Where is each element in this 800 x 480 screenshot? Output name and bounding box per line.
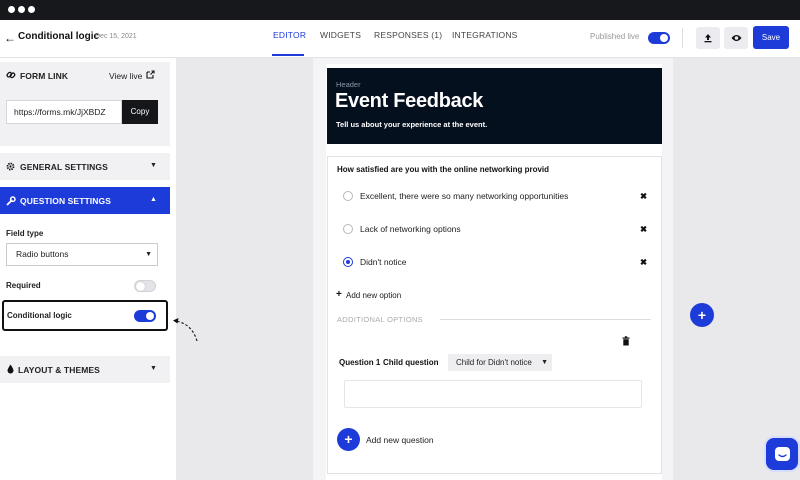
plus-icon[interactable]: + [336,289,342,300]
required-label: Required [6,281,41,290]
child-for-value: Child for Didn't notice [456,358,532,367]
upload-icon [704,34,712,43]
preview-button[interactable] [724,27,748,49]
remove-option-icon[interactable]: ✖ [640,257,647,268]
published-toggle[interactable] [648,32,670,44]
chevron-down-icon: ▼ [145,251,152,258]
window-dot-icon[interactable] [8,6,15,13]
required-toggle[interactable] [134,280,156,292]
field-type-label: Field type [6,229,44,238]
general-settings-heading: GENERAL SETTINGS [20,162,108,172]
radio-option-3[interactable] [343,257,353,267]
header-label: Header [336,80,361,89]
remove-option-icon[interactable]: ✖ [640,191,647,202]
top-bar: ← Conditional logic Dec 15, 2021 EDITOR … [0,20,800,58]
child-question-placeholder[interactable] [344,380,642,408]
add-section-button[interactable]: + [690,303,714,327]
tab-widgets[interactable]: WIDGETS [320,30,361,40]
eye-icon [731,35,741,41]
chevron-down-icon[interactable]: ▼ [150,365,157,372]
additional-options-label: ADDITIONAL OPTIONS [337,315,423,324]
chat-icon [775,447,790,461]
published-label: Published live [590,32,640,41]
layout-themes-heading: LAYOUT & THEMES [18,365,100,375]
gear-icon [6,162,15,171]
save-button[interactable]: Save [753,26,789,49]
page-date: Dec 15, 2021 [95,33,137,40]
add-option-link[interactable]: Add new option [346,291,401,300]
wrench-icon [6,196,16,206]
question-settings-heading: QUESTION SETTINGS [20,196,111,206]
form-subtitle: Tell us about your experience at the eve… [336,120,488,129]
child-question-label: Child question [383,358,439,367]
window-dot-icon[interactable] [18,6,25,13]
radio-option-1[interactable] [343,191,353,201]
form-header-block[interactable]: Header Event Feedback Tell us about your… [327,68,662,144]
trash-icon[interactable] [622,336,630,346]
copy-link-button[interactable]: Copy [122,100,158,124]
child-for-select[interactable]: Child for Didn't notice ▼ [448,354,552,371]
tab-editor[interactable]: EDITOR [273,30,306,40]
option-label-3[interactable]: Didn't notice [360,257,407,267]
field-type-value: Radio buttons [16,249,69,259]
pointer-arrow-icon [173,318,198,342]
chevron-down-icon[interactable]: ▼ [150,162,157,169]
field-type-select[interactable]: Radio buttons ▼ [6,243,158,266]
option-label-1[interactable]: Excellent, there were so many networking… [360,191,568,201]
remove-option-icon[interactable]: ✖ [640,224,647,235]
form-link-input[interactable]: https://forms.mk/JjXBDZ [6,100,122,124]
view-live-link[interactable]: View live [109,71,142,81]
radio-option-2[interactable] [343,224,353,234]
child-question-number: Question 1 [339,358,381,367]
conditional-logic-label: Conditional logic [7,311,72,320]
conditional-logic-toggle[interactable] [134,310,156,322]
chevron-up-icon[interactable]: ▲ [150,196,157,203]
window-titlebar [0,0,800,20]
external-link-icon[interactable] [146,70,155,79]
add-question-button[interactable]: + [337,428,360,451]
tab-responses[interactable]: RESPONSES (1) [374,30,442,40]
back-arrow-icon[interactable]: ← [4,30,16,46]
active-tab-indicator [272,54,304,56]
question-text[interactable]: How satisfied are you with the online ne… [337,165,549,174]
link-icon [6,71,16,79]
option-label-2[interactable]: Lack of networking options [360,224,461,234]
chevron-down-icon: ▼ [541,359,548,366]
form-link-heading: FORM LINK [20,71,69,81]
form-title: Event Feedback [335,90,484,112]
page-title: Conditional logic [18,31,100,42]
tab-integrations[interactable]: INTEGRATIONS [452,30,518,40]
divider [682,28,683,48]
droplet-icon [7,364,14,374]
section-divider [440,319,651,320]
window-dot-icon[interactable] [28,6,35,13]
chat-support-button[interactable] [764,436,800,472]
add-question-label[interactable]: Add new question [366,435,434,445]
upload-button[interactable] [696,27,720,49]
